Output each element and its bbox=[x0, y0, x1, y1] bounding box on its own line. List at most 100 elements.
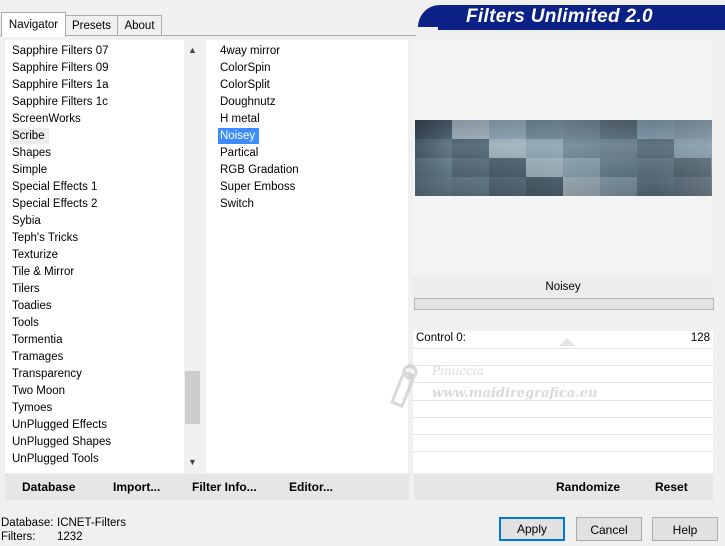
category-item[interactable]: Two Moon bbox=[10, 383, 69, 399]
up-arrow-icon[interactable]: ▲ bbox=[184, 42, 201, 59]
preview-tile bbox=[489, 120, 526, 139]
preview-tile bbox=[452, 158, 489, 177]
database-button[interactable]: Database bbox=[22, 474, 75, 500]
app-banner: Filters Unlimited 2.0 bbox=[418, 5, 725, 30]
preview-tile bbox=[600, 177, 637, 196]
preview-tile bbox=[674, 139, 711, 158]
preview-tile bbox=[674, 120, 711, 139]
apply-button[interactable]: Apply bbox=[499, 517, 565, 541]
control-0-label: Control 0: bbox=[416, 332, 466, 344]
preview-image bbox=[415, 120, 712, 196]
control-0-slider[interactable] bbox=[559, 338, 575, 346]
scrollbar-thumb[interactable] bbox=[185, 371, 200, 424]
filter-item[interactable]: H metal bbox=[218, 111, 264, 127]
filter-list[interactable]: 4way mirror ColorSpin ColorSplit Doughnutz H… bbox=[206, 40, 408, 473]
category-item[interactable]: Sapphire Filters 07 bbox=[10, 43, 113, 59]
filter-name-bar bbox=[414, 298, 714, 310]
category-item[interactable]: Sybia bbox=[10, 213, 45, 229]
control-divider bbox=[413, 348, 713, 349]
category-item[interactable]: UnPlugged Shapes bbox=[10, 434, 115, 450]
editor-button[interactable]: Editor... bbox=[289, 474, 333, 500]
randomize-button[interactable]: Randomize bbox=[556, 474, 620, 500]
control-divider bbox=[413, 434, 713, 435]
controls-panel: Control 0: 128 bbox=[413, 331, 713, 473]
preview-tile bbox=[526, 158, 563, 177]
preview-tile bbox=[563, 158, 600, 177]
category-item[interactable]: Tilers bbox=[10, 281, 44, 297]
help-button[interactable]: Help bbox=[652, 517, 718, 541]
preview-tile bbox=[526, 139, 563, 158]
filter-item[interactable]: ColorSplit bbox=[218, 77, 274, 93]
category-item[interactable]: Tormentia bbox=[10, 332, 67, 348]
preview-tile bbox=[489, 177, 526, 196]
app-title: Filters Unlimited 2.0 bbox=[466, 6, 653, 27]
filter-item[interactable]: Switch bbox=[218, 196, 258, 212]
filter-item[interactable]: Partical bbox=[218, 145, 262, 161]
category-item[interactable]: Tramages bbox=[10, 349, 67, 365]
preview-tile bbox=[563, 139, 600, 158]
tab-presets[interactable]: Presets bbox=[65, 15, 118, 36]
category-item[interactable]: Tools bbox=[10, 315, 43, 331]
preview-tile bbox=[600, 120, 637, 139]
category-item[interactable]: Teph's Tricks bbox=[10, 230, 82, 246]
preview-tile bbox=[415, 139, 452, 158]
preview-tile bbox=[452, 120, 489, 139]
preview-tile bbox=[637, 177, 674, 196]
control-divider bbox=[413, 400, 713, 401]
category-item[interactable]: UnPlugged Tools bbox=[10, 451, 103, 467]
filter-item[interactable]: 4way mirror bbox=[218, 43, 284, 59]
filter-item[interactable]: Super Emboss bbox=[218, 179, 299, 195]
category-list[interactable]: Sapphire Filters 07 Sapphire Filters 09 Sa… bbox=[5, 40, 184, 473]
category-item[interactable]: Sapphire Filters 1a bbox=[10, 77, 113, 93]
tab-about[interactable]: About bbox=[117, 15, 162, 36]
tab-navigator[interactable]: Navigator bbox=[1, 12, 66, 37]
right-toolbar: Randomize Reset bbox=[414, 474, 713, 500]
preview-tile bbox=[674, 177, 711, 196]
preview-tile bbox=[452, 139, 489, 158]
control-divider bbox=[413, 451, 713, 452]
database-value: ICNET-Filters bbox=[57, 517, 126, 529]
import-button[interactable]: Import... bbox=[113, 474, 160, 500]
category-item[interactable]: Sapphire Filters 1c bbox=[10, 94, 112, 110]
preview-tile bbox=[637, 120, 674, 139]
cancel-button[interactable]: Cancel bbox=[576, 517, 642, 541]
category-item[interactable]: ScreenWorks bbox=[10, 111, 85, 127]
control-0-value: 128 bbox=[690, 332, 710, 344]
filter-name-label: Noisey bbox=[413, 276, 713, 298]
category-scrollbar[interactable]: ▲ ▼ bbox=[184, 40, 201, 473]
preview-tile bbox=[600, 139, 637, 158]
category-item[interactable]: Sapphire Filters 09 bbox=[10, 60, 113, 76]
control-divider bbox=[413, 417, 713, 418]
filter-item[interactable]: Doughnutz bbox=[218, 94, 280, 110]
down-arrow-icon[interactable]: ▼ bbox=[184, 454, 201, 471]
preview-tile bbox=[637, 139, 674, 158]
category-item[interactable]: Simple bbox=[10, 162, 51, 178]
category-item[interactable]: UnPlugged Effects bbox=[10, 417, 111, 433]
preview-tile bbox=[600, 158, 637, 177]
category-item[interactable]: Scribe bbox=[10, 128, 49, 144]
filter-info-button[interactable]: Filter Info... bbox=[192, 474, 257, 500]
preview-tile bbox=[415, 177, 452, 196]
control-divider bbox=[413, 382, 713, 383]
preview-tile bbox=[489, 139, 526, 158]
category-item[interactable]: Special Effects 1 bbox=[10, 179, 101, 195]
preview-tile bbox=[674, 158, 711, 177]
filter-item[interactable]: ColorSpin bbox=[218, 60, 275, 76]
left-toolbar: Database Import... Filter Info... Editor… bbox=[5, 474, 409, 500]
category-item[interactable]: Tymoes bbox=[10, 400, 56, 416]
category-item[interactable]: Tile & Mirror bbox=[10, 264, 78, 280]
category-item[interactable]: Transparency bbox=[10, 366, 86, 382]
preview-tile bbox=[637, 158, 674, 177]
preview-tile bbox=[415, 120, 452, 139]
category-item[interactable]: Shapes bbox=[10, 145, 55, 161]
control-divider bbox=[413, 365, 713, 366]
filters-count-value: 1232 bbox=[57, 531, 83, 543]
category-item[interactable]: Texturize bbox=[10, 247, 62, 263]
preview-tile bbox=[563, 120, 600, 139]
reset-button[interactable]: Reset bbox=[655, 474, 688, 500]
category-item[interactable]: Special Effects 2 bbox=[10, 196, 101, 212]
category-item[interactable]: Toadies bbox=[10, 298, 56, 314]
filter-item[interactable]: Noisey bbox=[218, 128, 260, 144]
preview-tile bbox=[526, 120, 563, 139]
filter-item[interactable]: RGB Gradation bbox=[218, 162, 303, 178]
